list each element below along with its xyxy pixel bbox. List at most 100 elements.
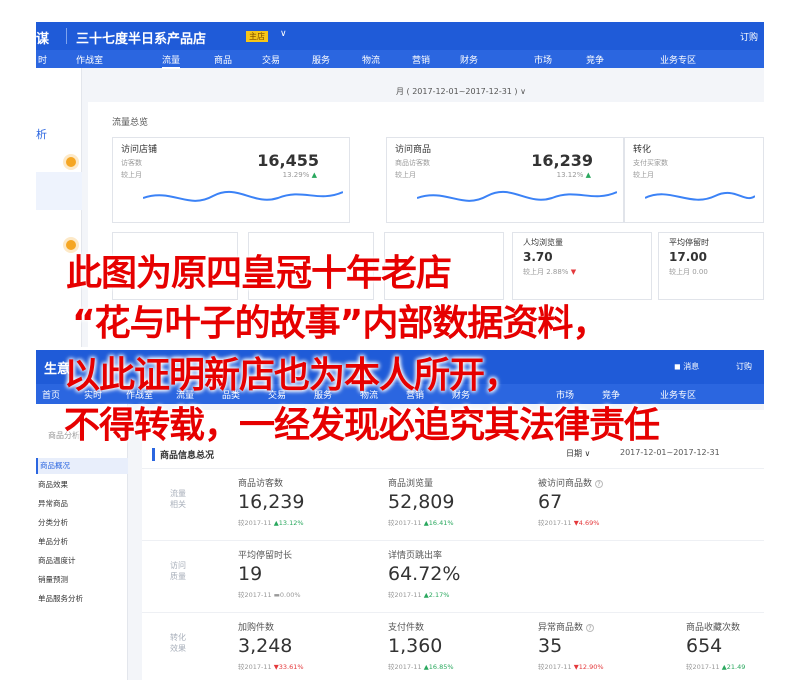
metric-change: 较2017-11 ▲2.17% bbox=[388, 591, 450, 599]
metric-product-visitors[interactable]: 商品访客数 16,239 较2017-11 ▲13.12% bbox=[238, 476, 304, 527]
metric-bounce-rate[interactable]: 详情页跳出率 64.72% 较2017-11 ▲2.17% bbox=[388, 548, 460, 599]
metric-value: 16,239 bbox=[238, 491, 305, 513]
metric-value: 35 bbox=[538, 635, 563, 657]
metric-change: 较2017-11 ▲16.41% bbox=[388, 519, 454, 527]
sparkline bbox=[417, 190, 617, 202]
period-select[interactable]: 日期 ∨ bbox=[566, 448, 590, 459]
card-value: 16,455 bbox=[257, 151, 319, 170]
sidebar-item[interactable]: 商品温度计 bbox=[36, 553, 128, 569]
panel-title: 商品信息总况 bbox=[152, 448, 214, 461]
nav-item[interactable]: 市场 bbox=[534, 53, 552, 66]
metric-change: 较2017-11 ▲13.12% bbox=[238, 519, 304, 527]
nav-item[interactable]: 物流 bbox=[362, 53, 380, 66]
chevron-down-icon[interactable]: ∨ bbox=[280, 29, 287, 39]
card-title: 转化 bbox=[633, 145, 652, 155]
nav-item[interactable]: 首页 bbox=[42, 388, 60, 401]
metric-change: 较2017-11 ▬0.00% bbox=[238, 591, 301, 599]
metric-change: 较2017-11 ▲21.49 bbox=[686, 663, 746, 671]
metric-product-pageviews[interactable]: 商品浏览量 52,809 较2017-11 ▲16.41% bbox=[388, 476, 454, 527]
metric-value: 1,360 bbox=[388, 635, 443, 657]
nav-item[interactable]: 服务 bbox=[312, 53, 330, 66]
sidebar-item[interactable]: 单品分析 bbox=[36, 534, 128, 550]
shop-badge: 主店 bbox=[246, 31, 268, 42]
metric-label: 商品收藏次数 bbox=[686, 623, 741, 633]
card-title: 访问商品 bbox=[395, 145, 432, 155]
metric-change: 较2017-11 ▼12.90% bbox=[538, 663, 604, 671]
metric-value: 3,248 bbox=[238, 635, 293, 657]
card-subtitle: 支付买家数 bbox=[633, 159, 668, 167]
metric-label: 被访问商品数? bbox=[538, 476, 604, 489]
divider bbox=[142, 540, 764, 541]
nav-item[interactable]: 业务专区 bbox=[660, 53, 696, 66]
metric-card-pageviews[interactable]: 人均浏览量 3.70 较上月 2.88% ▼ bbox=[512, 232, 652, 300]
metric-paid-items[interactable]: 支付件数 1,360 较2017-11 ▲16.85% bbox=[388, 620, 454, 671]
date-range[interactable]: 2017-12-01~2017-12-31 bbox=[620, 448, 720, 457]
sidebar-item[interactable]: 销量预测 bbox=[36, 572, 128, 588]
card-compare-label: 较上月 bbox=[121, 171, 142, 179]
nav-item[interactable]: 营销 bbox=[412, 53, 430, 66]
nav-item[interactable]: 商品 bbox=[214, 53, 232, 66]
nav-item[interactable]: 业务专区 bbox=[660, 388, 696, 401]
metric-abnormal-products[interactable]: 异常商品数? 35 较2017-11 ▼12.90% bbox=[538, 620, 604, 671]
nav-item[interactable]: 时 bbox=[38, 53, 47, 66]
sidebar-item[interactable]: 单品服务分析 bbox=[36, 591, 128, 607]
brand-logo[interactable]: 谋 bbox=[36, 28, 49, 47]
metric-label: 详情页跳出率 bbox=[388, 551, 443, 561]
sidebar-item[interactable]: 异常商品 bbox=[36, 496, 128, 512]
order-link[interactable]: 订购 bbox=[740, 30, 758, 43]
messages-link[interactable]: ◼ 消息 bbox=[674, 361, 699, 372]
metric-change: 较2017-11 ▼33.61% bbox=[238, 663, 304, 671]
sidebar-selected[interactable] bbox=[36, 172, 82, 210]
nav-item[interactable]: 交易 bbox=[262, 53, 280, 66]
metric-card-avg-time[interactable]: 平均停留时 17.00 较上月 0.00 bbox=[658, 232, 764, 300]
nav-item-active[interactable]: 流量 bbox=[162, 53, 181, 69]
help-icon[interactable]: ? bbox=[595, 480, 604, 488]
header-divider bbox=[66, 28, 67, 44]
sparkline bbox=[143, 190, 343, 202]
metric-value: 52,809 bbox=[388, 491, 455, 513]
date-range-selector[interactable]: 月 ( 2017-12-01~2017-12-31 ) ∨ bbox=[396, 86, 526, 97]
order-link[interactable]: 订购 bbox=[736, 361, 752, 372]
metric-label: 异常商品数? bbox=[538, 620, 604, 633]
sidebar-item-overview[interactable]: 商品概况 bbox=[36, 458, 128, 474]
card-change: 较上月 0.00 bbox=[669, 268, 708, 276]
divider bbox=[142, 612, 764, 613]
help-icon[interactable]: ? bbox=[586, 624, 595, 632]
top-header: 谋 三十七度半日系产品店 主店 ∨ 订购 bbox=[36, 22, 764, 50]
nav-item[interactable]: 财务 bbox=[460, 53, 478, 66]
section-title: 流量总览 bbox=[112, 118, 149, 128]
watermark-line-1: 此图为原四皇冠十年老店 bbox=[66, 253, 452, 294]
sidebar-item[interactable]: 分类分析 bbox=[36, 515, 128, 531]
card-subtitle: 商品访客数 bbox=[395, 159, 430, 167]
nav-item[interactable]: 作战室 bbox=[76, 53, 103, 66]
product-overview-panel: 商品信息总况 日期 ∨ 2017-12-01~2017-12-31 流量相关 商… bbox=[142, 410, 764, 680]
metric-value: 654 bbox=[686, 635, 723, 657]
metric-visited-products[interactable]: 被访问商品数? 67 较2017-11 ▼4.69% bbox=[538, 476, 604, 527]
metric-favorites[interactable]: 商品收藏次数 654 较2017-11 ▲21.49 bbox=[686, 620, 745, 671]
metric-value: 64.72% bbox=[388, 563, 461, 585]
watermark-line-2: “花与叶子的故事”内部数据资料， bbox=[72, 303, 608, 344]
card-title: 访问店铺 bbox=[121, 145, 158, 155]
metric-label: 平均停留时长 bbox=[238, 551, 293, 561]
metric-add-to-cart[interactable]: 加购件数 3,248 较2017-11 ▼33.61% bbox=[238, 620, 304, 671]
metric-label: 商品浏览量 bbox=[388, 479, 434, 489]
group-label-traffic: 流量相关 bbox=[170, 489, 186, 509]
shop-name: 三十七度半日系产品店 bbox=[76, 32, 207, 47]
watermark-line-3: 以此证明新店也为本人所开， bbox=[64, 355, 520, 396]
metric-label: 商品访客数 bbox=[238, 479, 284, 489]
divider bbox=[142, 468, 764, 469]
sparkline bbox=[645, 191, 755, 201]
metric-label: 支付件数 bbox=[388, 623, 425, 633]
sidebar-item[interactable]: 商品效果 bbox=[36, 477, 128, 493]
card-subtitle: 访客数 bbox=[121, 159, 142, 167]
card-title: 人均浏览量 bbox=[523, 238, 563, 247]
metric-avg-stay[interactable]: 平均停留时长 19 较2017-11 ▬0.00% bbox=[238, 548, 301, 599]
sidebar-label[interactable]: 析 bbox=[36, 126, 47, 142]
metric-card-conversion[interactable]: 转化 支付买家数 较上月 bbox=[624, 137, 764, 223]
group-label-quality: 访问质量 bbox=[170, 561, 186, 581]
metric-card-store-visits[interactable]: 访问店铺 访客数 较上月 16,455 13.29% ▲ bbox=[112, 137, 350, 223]
watermark-line-4: 不得转载，一经发现必追究其法律责任 bbox=[64, 405, 660, 446]
metric-card-product-visits[interactable]: 访问商品 商品访客数 较上月 16,239 13.12% ▲ bbox=[386, 137, 624, 223]
nav-item[interactable]: 竞争 bbox=[586, 53, 604, 66]
group-label-conversion: 转化效果 bbox=[170, 633, 186, 653]
